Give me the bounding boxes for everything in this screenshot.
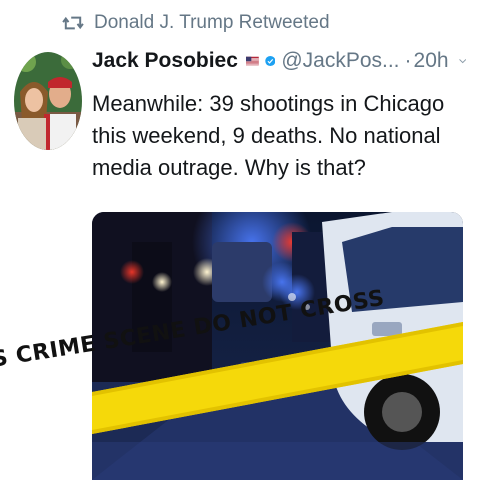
tweet-timestamp[interactable]: 20h (414, 49, 449, 73)
author-handle[interactable]: @JackPos... (281, 49, 399, 73)
retweet-icon (62, 16, 84, 30)
tweet-header: Jack Posobiec @JackPos... · 20h (92, 49, 466, 73)
retweet-label: Donald J. Trump Retweeted (94, 12, 330, 33)
avatar[interactable] (14, 52, 82, 150)
verified-badge-icon (264, 55, 276, 67)
chevron-down-icon[interactable] (458, 56, 466, 66)
us-flag-icon (245, 56, 259, 66)
tweet-text: Meanwhile: 39 shootings in Chicago this … (92, 91, 445, 180)
separator-dot: · (404, 49, 412, 72)
author-name[interactable]: Jack Posobiec (92, 49, 238, 73)
retweet-indicator[interactable]: Donald J. Trump Retweeted (62, 12, 330, 34)
avatar-photo (14, 52, 82, 150)
